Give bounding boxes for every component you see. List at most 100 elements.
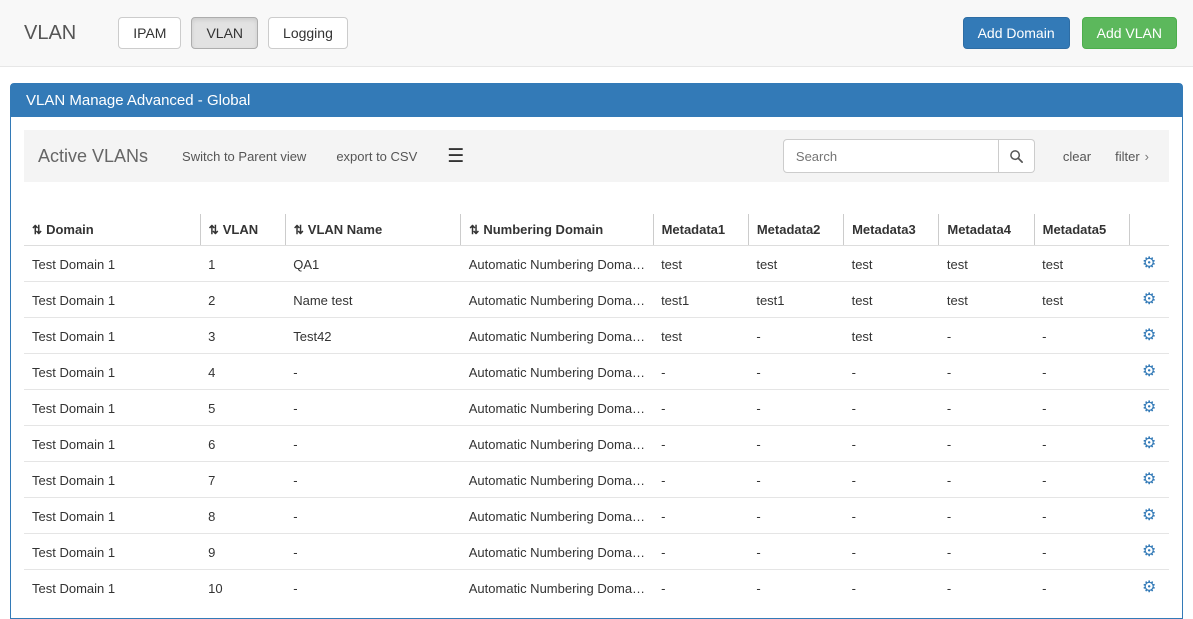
toolbar: Active VLANs Switch to Parent view expor…: [24, 130, 1169, 182]
gear-icon[interactable]: ⚙: [1142, 255, 1156, 272]
column-header-metadata5: Metadata5: [1034, 214, 1129, 246]
cell-domain: Test Domain 1: [24, 390, 200, 426]
nav-button-logging[interactable]: Logging: [268, 17, 348, 49]
column-header-metadata4: Metadata4: [939, 214, 1034, 246]
cell-metadata2: test: [748, 246, 843, 282]
cell-metadata4: -: [939, 354, 1034, 390]
cell-metadata3: test: [844, 282, 939, 318]
gear-icon[interactable]: ⚙: [1142, 579, 1156, 596]
cell-numbering_domain: Automatic Numbering Doma…: [461, 498, 653, 534]
cell-metadata2: test1: [748, 282, 843, 318]
sort-icon: ⇅: [32, 223, 42, 237]
search-input[interactable]: [783, 139, 999, 173]
table-row: Test Domain 11QA1Automatic Numbering Dom…: [24, 246, 1169, 282]
column-header-vlan_name[interactable]: ⇅VLAN Name: [285, 214, 461, 246]
cell-vlan: 2: [200, 282, 285, 318]
cell-metadata4: -: [939, 318, 1034, 354]
column-label: Numbering Domain: [483, 222, 603, 237]
cell-domain: Test Domain 1: [24, 534, 200, 570]
add-vlan-button[interactable]: Add VLAN: [1082, 17, 1177, 49]
cell-metadata1: -: [653, 462, 748, 498]
gear-icon[interactable]: ⚙: [1142, 327, 1156, 344]
cell-metadata3: -: [844, 354, 939, 390]
row-actions-cell: ⚙: [1129, 318, 1169, 354]
cell-vlan_name: -: [285, 462, 461, 498]
cell-metadata3: test: [844, 318, 939, 354]
cell-vlan: 4: [200, 354, 285, 390]
cell-metadata1: test1: [653, 282, 748, 318]
gear-icon[interactable]: ⚙: [1142, 435, 1156, 452]
add-domain-button[interactable]: Add Domain: [963, 17, 1070, 49]
gear-icon[interactable]: ⚙: [1142, 291, 1156, 308]
column-header-metadata1: Metadata1: [653, 214, 748, 246]
column-header-metadata2: Metadata2: [748, 214, 843, 246]
export-csv-link[interactable]: export to CSV: [336, 149, 417, 164]
switch-parent-view-link[interactable]: Switch to Parent view: [182, 149, 306, 164]
nav-button-ipam[interactable]: IPAM: [118, 17, 181, 49]
cell-vlan: 9: [200, 534, 285, 570]
cell-metadata2: -: [748, 318, 843, 354]
column-header-vlan[interactable]: ⇅ VLAN: [200, 214, 285, 246]
cell-metadata1: test: [653, 246, 748, 282]
table-row: Test Domain 12Name testAutomatic Numberi…: [24, 282, 1169, 318]
panel-body: Active VLANs Switch to Parent view expor…: [11, 117, 1182, 618]
column-label: VLAN: [223, 222, 258, 237]
sort-icon: ⇅: [209, 223, 219, 237]
cell-vlan_name: Test42: [285, 318, 461, 354]
gear-icon[interactable]: ⚙: [1142, 543, 1156, 560]
cell-metadata3: test: [844, 246, 939, 282]
sort-icon: ⇅: [469, 223, 479, 237]
cell-metadata4: test: [939, 282, 1034, 318]
table-row: Test Domain 13Test42Automatic Numbering …: [24, 318, 1169, 354]
cell-domain: Test Domain 1: [24, 354, 200, 390]
table-row: Test Domain 15-Automatic Numbering Doma……: [24, 390, 1169, 426]
cell-metadata2: -: [748, 354, 843, 390]
column-header-numbering_domain[interactable]: ⇅ Numbering Domain: [461, 214, 653, 246]
cell-numbering_domain: Automatic Numbering Doma…: [461, 426, 653, 462]
cell-metadata4: -: [939, 390, 1034, 426]
topbar: VLAN IPAM VLAN Logging Add Domain Add VL…: [0, 0, 1193, 67]
cell-metadata2: -: [748, 390, 843, 426]
page-title: VLAN: [24, 22, 76, 45]
cell-numbering_domain: Automatic Numbering Doma…: [461, 246, 653, 282]
clear-link[interactable]: clear: [1063, 149, 1091, 164]
cell-domain: Test Domain 1: [24, 498, 200, 534]
column-header-domain[interactable]: ⇅Domain: [24, 214, 200, 246]
cell-numbering_domain: Automatic Numbering Doma…: [461, 354, 653, 390]
cell-metadata1: -: [653, 390, 748, 426]
table-header-row: ⇅Domain⇅VLAN⇅VLAN Name⇅Numbering DomainM…: [24, 214, 1169, 246]
search-button[interactable]: [999, 139, 1035, 173]
cell-metadata5: -: [1034, 534, 1129, 570]
column-label: Metadata4: [947, 222, 1011, 237]
gear-icon[interactable]: ⚙: [1142, 471, 1156, 488]
cell-metadata2: -: [748, 534, 843, 570]
table-head: ⇅Domain⇅VLAN⇅VLAN Name⇅Numbering DomainM…: [24, 214, 1169, 246]
cell-metadata3: -: [844, 534, 939, 570]
cell-metadata5: test: [1034, 282, 1129, 318]
cell-vlan_name: Name test: [285, 282, 461, 318]
cell-numbering_domain: Automatic Numbering Doma…: [461, 390, 653, 426]
vlan-manage-panel: VLAN Manage Advanced - Global Active VLA…: [10, 83, 1183, 619]
cell-numbering_domain: Automatic Numbering Doma…: [461, 462, 653, 498]
cell-vlan: 1: [200, 246, 285, 282]
column-header-actions: [1129, 214, 1169, 246]
column-label: Metadata5: [1043, 222, 1107, 237]
cell-numbering_domain: Automatic Numbering Doma…: [461, 282, 653, 318]
cell-metadata4: -: [939, 498, 1034, 534]
cell-metadata1: -: [653, 354, 748, 390]
cell-numbering_domain: Automatic Numbering Doma…: [461, 318, 653, 354]
cell-vlan: 5: [200, 390, 285, 426]
nav-button-vlan[interactable]: VLAN: [191, 17, 258, 49]
gear-icon[interactable]: ⚙: [1142, 363, 1156, 380]
row-actions-cell: ⚙: [1129, 534, 1169, 570]
cell-metadata3: -: [844, 462, 939, 498]
cell-metadata5: -: [1034, 354, 1129, 390]
gear-icon[interactable]: ⚙: [1142, 507, 1156, 524]
gear-icon[interactable]: ⚙: [1142, 399, 1156, 416]
cell-metadata2: -: [748, 498, 843, 534]
cell-metadata4: -: [939, 426, 1034, 462]
cell-domain: Test Domain 1: [24, 246, 200, 282]
menu-icon[interactable]: ☰: [447, 147, 464, 166]
filter-link[interactable]: filter›: [1115, 149, 1149, 164]
row-actions-cell: ⚙: [1129, 426, 1169, 462]
